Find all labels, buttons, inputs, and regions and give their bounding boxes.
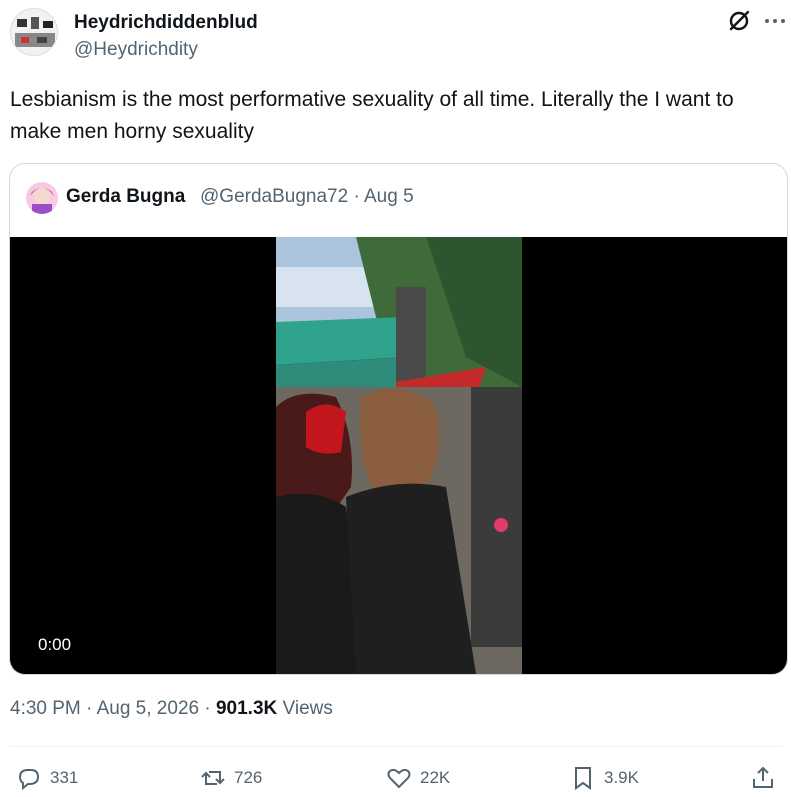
author-handle[interactable]: @Heydrichdity [74, 39, 198, 61]
views-count: 901.3K [215, 698, 278, 719]
reply-count: 331 [50, 768, 79, 787]
video-player[interactable]: 0:00 [10, 237, 787, 674]
tweet-time[interactable]: 4:30 PM · Aug 5, 2026 · [10, 698, 216, 719]
views-label: Views [277, 698, 333, 719]
bookmark-icon [575, 767, 591, 790]
repost-button[interactable]: 726 [200, 760, 262, 796]
more-icon[interactable] [762, 8, 788, 34]
grok-icon[interactable] [726, 8, 752, 34]
quoted-name[interactable]: Gerda Bugna [66, 186, 185, 208]
repost-count: 726 [234, 768, 263, 787]
tweet-meta: 4:30 PM · Aug 5, 2026 · 901.3K Views [10, 698, 333, 720]
like-icon [387, 768, 411, 789]
tweet-text: Lesbianism is the most performative sexu… [10, 88, 734, 143]
bookmark-count: 3.9K [604, 768, 639, 787]
reply-button[interactable]: 331 [16, 760, 78, 796]
quoted-meta[interactable]: @GerdaBugna72 · Aug 5 [200, 186, 414, 208]
reply-icon [18, 769, 40, 791]
repost-icon [201, 771, 225, 785]
video-frame [276, 237, 522, 674]
like-count: 22K [420, 768, 451, 787]
quoted-avatar[interactable] [26, 182, 58, 214]
author-avatar[interactable] [10, 8, 58, 56]
share-button[interactable] [750, 760, 776, 796]
tweet-header: Heydrichdiddenblud @Heydrichdity [10, 6, 785, 62]
divider [10, 746, 782, 747]
like-button[interactable]: 22K [386, 760, 450, 796]
bookmark-button[interactable]: 3.9K [570, 760, 639, 796]
quoted-tweet[interactable]: Gerda Bugna @GerdaBugna72 · Aug 5 0:00 [9, 163, 788, 675]
share-icon [753, 766, 773, 788]
video-timestamp: 0:00 [38, 635, 72, 654]
author-name[interactable]: Heydrichdiddenblud [74, 12, 258, 34]
action-bar: 331 726 22K 3.9K [10, 760, 782, 796]
